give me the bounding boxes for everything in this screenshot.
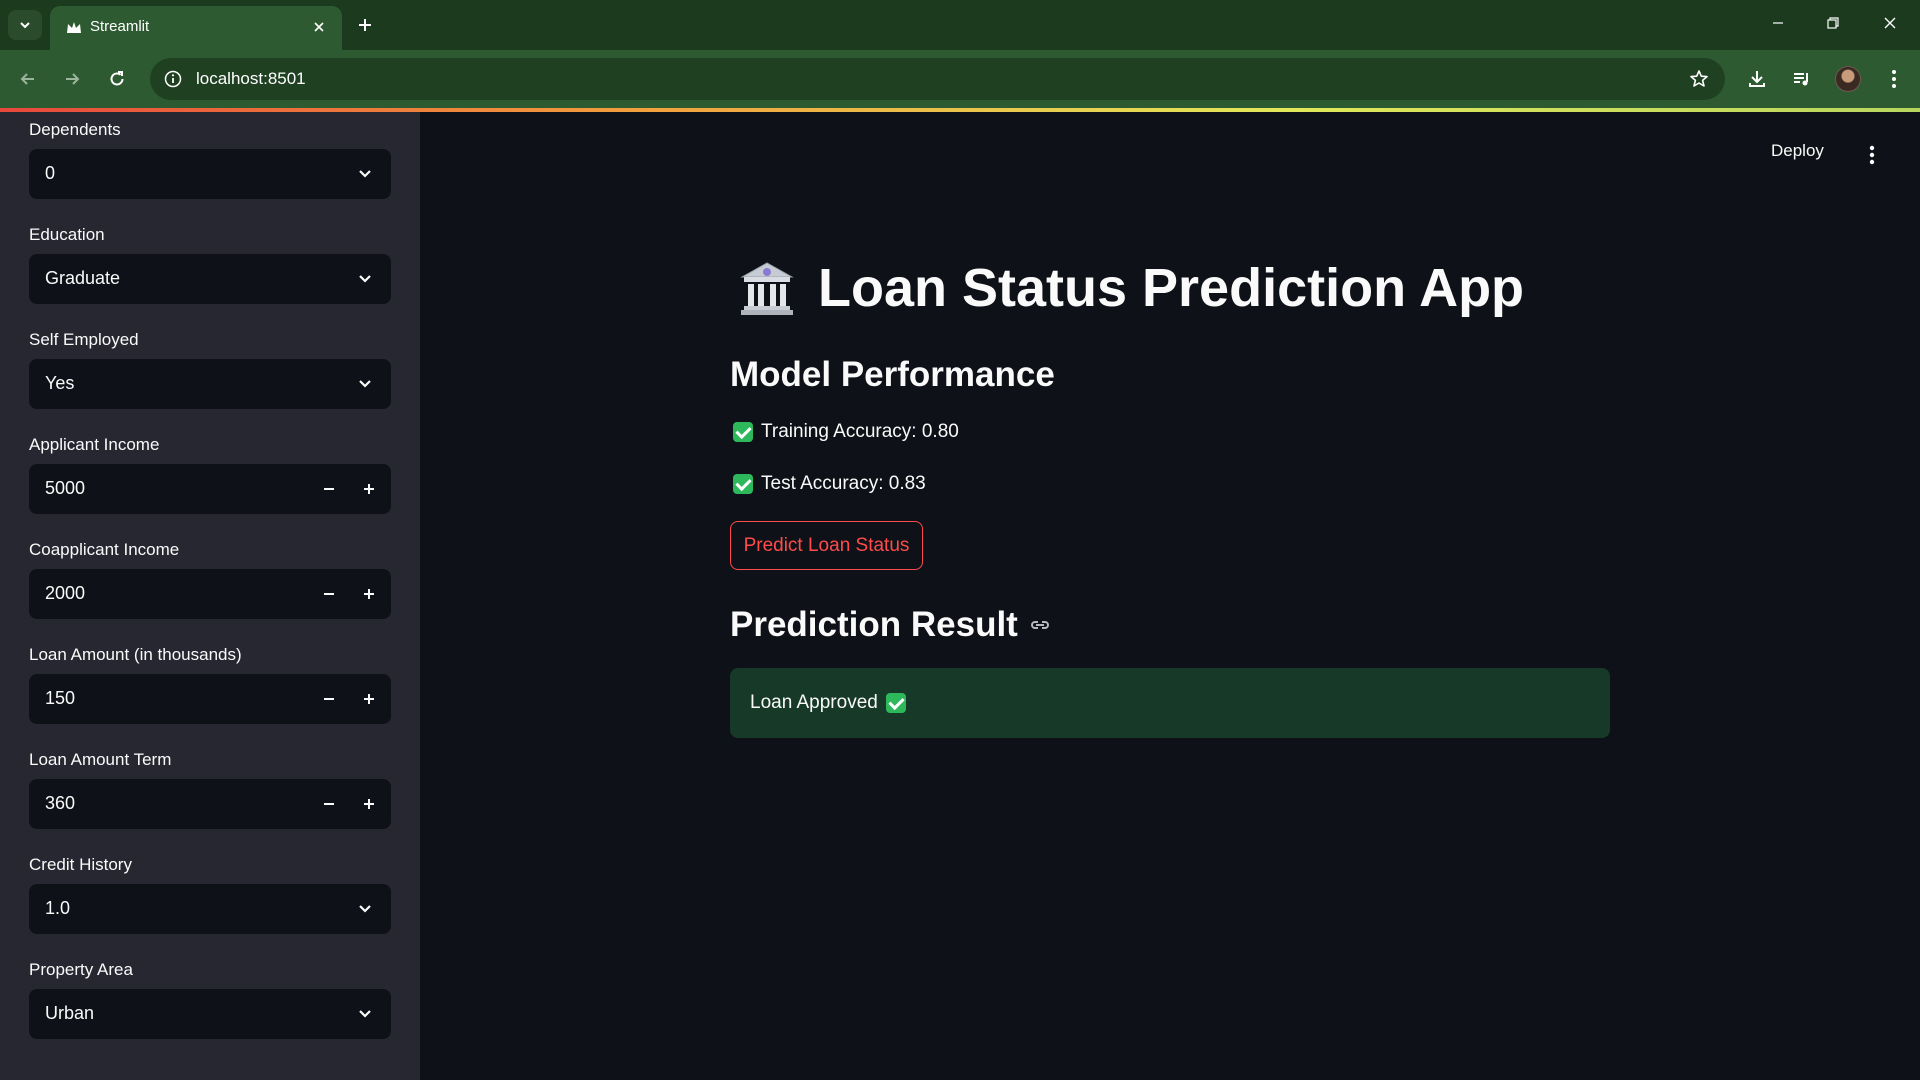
close-tab-icon[interactable] [308,16,330,38]
predict-loan-status-button[interactable]: Predict Loan Status [730,521,923,570]
forward-arrow-icon[interactable] [56,63,88,95]
education-label: Education [29,225,105,244]
property-area-value: Urban [45,1003,95,1023]
check-mark-icon [885,693,906,713]
loan-amount-term-value: 360 [45,793,76,813]
self-employed-value: Yes [45,373,75,393]
app-title-text: Loan Status Prediction App [818,258,1525,318]
reload-icon[interactable] [101,63,133,95]
loan-amount-term-input[interactable]: 360 [29,779,391,829]
credit-history-select[interactable]: 1.0 [29,884,391,934]
loan-amount-label: Loan Amount (in thousands) [29,645,242,664]
app-menu-icon[interactable] [1860,140,1884,170]
education-value: Graduate [45,268,121,288]
new-tab-plus-icon[interactable] [352,12,378,38]
download-icon[interactable] [1741,63,1773,95]
minimize-icon[interactable] [1758,8,1798,38]
prediction-result-row: Loan Approved [750,692,906,714]
education-select[interactable]: Graduate [29,254,391,304]
check-mark-icon [733,474,753,494]
training-accuracy-row: Training Accuracy: 0.80 [733,421,959,443]
decrement-minus-icon[interactable] [313,683,345,715]
chevron-down-icon [20,22,30,29]
self-employed-select[interactable]: Yes [29,359,391,409]
deploy-button[interactable]: Deploy [1771,141,1824,161]
increment-plus-icon[interactable] [353,788,385,820]
training-accuracy-text: Training Accuracy: 0.80 [761,421,959,442]
chevron-down-icon [355,269,375,289]
prediction-result-heading-text: Prediction Result [730,605,1018,644]
prediction-result-heading: Prediction Result [730,605,1052,645]
applicant-income-input[interactable]: 5000 [29,464,391,514]
property-area-label: Property Area [29,960,133,979]
bookmark-star-icon[interactable] [1687,67,1711,91]
applicant-income-value: 5000 [45,478,86,498]
prediction-result-alert: Loan Approved [730,668,1610,738]
page-title: Loan Status Prediction App [736,255,1524,321]
browser-toolbar: localhost:8501 [0,50,1920,108]
coapplicant-income-input[interactable]: 2000 [29,569,391,619]
decrement-minus-icon[interactable] [313,473,345,505]
credit-history-value: 1.0 [45,898,71,918]
prediction-result-text: Loan Approved [750,692,878,713]
close-window-icon[interactable] [1870,8,1910,38]
coapplicant-income-label: Coapplicant Income [29,540,180,559]
browser-tab-active[interactable]: Streamlit [50,6,342,50]
test-accuracy-row: Test Accuracy: 0.83 [733,473,926,495]
dependents-select[interactable]: 0 [29,149,391,199]
profile-avatar[interactable] [1832,63,1864,95]
increment-plus-icon[interactable] [353,473,385,505]
loan-amount-value: 150 [45,688,76,708]
chevron-down-icon [355,374,375,394]
media-controls-icon[interactable] [1786,63,1818,95]
dependents-label: Dependents [29,120,121,139]
anchor-link-icon[interactable] [1028,613,1052,637]
test-accuracy-text: Test Accuracy: 0.83 [761,473,926,494]
self-employed-label: Self Employed [29,330,139,349]
check-mark-icon [733,422,753,442]
chevron-down-icon [355,1004,375,1024]
model-performance-heading: Model Performance [730,355,1055,394]
chevron-down-icon [355,164,375,184]
coapplicant-income-value: 2000 [45,583,86,603]
tab-search-button[interactable] [8,10,42,40]
address-bar[interactable]: localhost:8501 [150,58,1725,100]
loan-amount-term-label: Loan Amount Term [29,750,172,769]
decrement-minus-icon[interactable] [313,578,345,610]
bank-icon [740,262,794,315]
sidebar: Dependents 0 Education Graduate Self Emp… [0,112,420,1080]
restore-icon[interactable] [1813,8,1853,38]
tab-title: Streamlit [90,18,150,35]
credit-history-label: Credit History [29,855,132,874]
chevron-down-icon [355,899,375,919]
applicant-income-label: Applicant Income [29,435,160,454]
increment-plus-icon[interactable] [353,683,385,715]
back-arrow-icon[interactable] [12,63,44,95]
property-area-select[interactable]: Urban [29,989,391,1039]
decrement-minus-icon[interactable] [313,788,345,820]
loan-amount-input[interactable]: 150 [29,674,391,724]
dependents-value: 0 [45,163,56,183]
increment-plus-icon[interactable] [353,578,385,610]
url-text: localhost:8501 [196,69,306,88]
site-info-icon[interactable] [162,68,184,90]
browser-tab-bar: Streamlit [0,0,1920,50]
streamlit-crown-icon [64,18,84,38]
browser-menu-icon[interactable] [1878,63,1910,95]
